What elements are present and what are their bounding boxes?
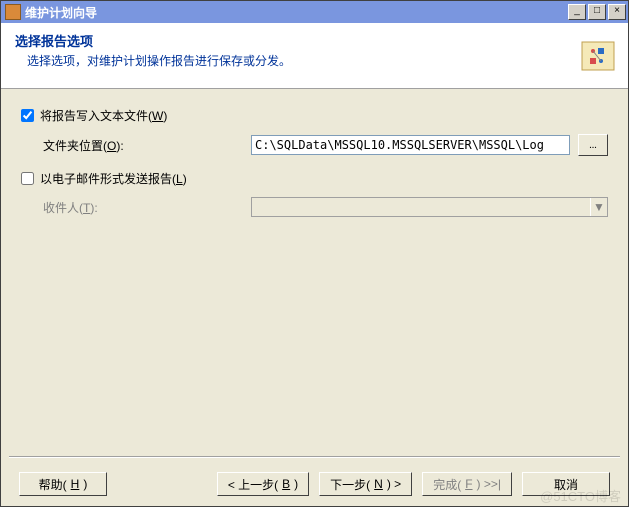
wizard-footer: 帮助( H) < 上一步( B) 下一步( N ) > 完成( F ) >>| 取消	[1, 472, 628, 496]
wizard-content: 将报告写入文本文件(W) 文件夹位置(O): ... 以电子邮件形式发送报告(L…	[1, 89, 628, 217]
recipient-row: 收件人(T): ▼	[21, 197, 608, 217]
hotkey: F	[465, 477, 472, 491]
label-part: )	[83, 477, 87, 491]
email-report-row: 以电子邮件形式发送报告(L)	[21, 170, 608, 187]
wizard-window: 维护计划向导 _ □ × 选择报告选项 选择选项，对维护计划操作报告进行保存或分…	[0, 0, 629, 507]
email-report-checkbox[interactable]	[21, 172, 34, 185]
label-part: 以电子邮件形式发送报告(	[40, 172, 176, 186]
label-part: 取消	[554, 476, 578, 493]
label-part: )	[294, 477, 298, 491]
recipient-label: 收件人(T):	[21, 199, 251, 216]
label-part: ):	[116, 139, 123, 153]
hotkey: W	[152, 109, 163, 123]
header-text-block: 选择报告选项 选择选项，对维护计划操作报告进行保存或分发。	[1, 23, 568, 88]
titlebar: 维护计划向导 _ □ ×	[1, 1, 628, 23]
hotkey: N	[374, 477, 383, 491]
recipient-dropdown: ▼	[251, 197, 608, 217]
hotkey: O	[107, 139, 116, 153]
back-button[interactable]: < 上一步( B)	[217, 472, 309, 496]
next-button[interactable]: 下一步( N ) >	[319, 472, 412, 496]
label-part: 帮助(	[39, 476, 67, 493]
wizard-icon	[568, 23, 628, 88]
folder-label: 文件夹位置(O):	[21, 137, 251, 154]
label-part: 文件夹位置(	[43, 139, 107, 153]
label-part: ):	[90, 201, 97, 215]
minimize-button[interactable]: _	[568, 4, 586, 20]
app-icon	[5, 4, 21, 20]
label-part: < 上一步(	[228, 476, 278, 493]
folder-path-input[interactable]	[251, 135, 570, 155]
write-to-file-row: 将报告写入文本文件(W)	[21, 107, 608, 124]
help-button[interactable]: 帮助( H)	[19, 472, 107, 496]
label-part: ) >	[387, 477, 401, 491]
window-title: 维护计划向导	[25, 4, 566, 21]
header-title: 选择报告选项	[15, 31, 554, 50]
hotkey: B	[282, 477, 290, 491]
folder-row: 文件夹位置(O): ...	[21, 134, 608, 156]
maximize-button[interactable]: □	[588, 4, 606, 20]
browse-button[interactable]: ...	[578, 134, 608, 156]
email-report-label: 以电子邮件形式发送报告(L)	[40, 170, 187, 187]
wizard-header: 选择报告选项 选择选项，对维护计划操作报告进行保存或分发。	[1, 23, 628, 89]
label-part: 下一步(	[330, 476, 370, 493]
header-subtitle: 选择选项，对维护计划操作报告进行保存或分发。	[15, 52, 554, 69]
write-to-file-label: 将报告写入文本文件(W)	[40, 107, 167, 124]
hotkey: H	[71, 477, 80, 491]
hotkey: L	[176, 172, 183, 186]
cancel-button[interactable]: 取消	[522, 472, 610, 496]
label-part: 完成(	[433, 476, 461, 493]
window-controls: _ □ ×	[566, 4, 626, 20]
label-part: 收件人(	[43, 201, 83, 215]
label-part: 将报告写入文本文件(	[40, 109, 152, 123]
close-button[interactable]: ×	[608, 4, 626, 20]
footer-separator	[9, 456, 620, 458]
finish-button: 完成( F ) >>|	[422, 472, 512, 496]
label-part: )	[163, 109, 167, 123]
label-part: )	[183, 172, 187, 186]
write-to-file-checkbox[interactable]	[21, 109, 34, 122]
label-part: ) >>|	[477, 477, 501, 491]
chevron-down-icon: ▼	[590, 198, 607, 216]
